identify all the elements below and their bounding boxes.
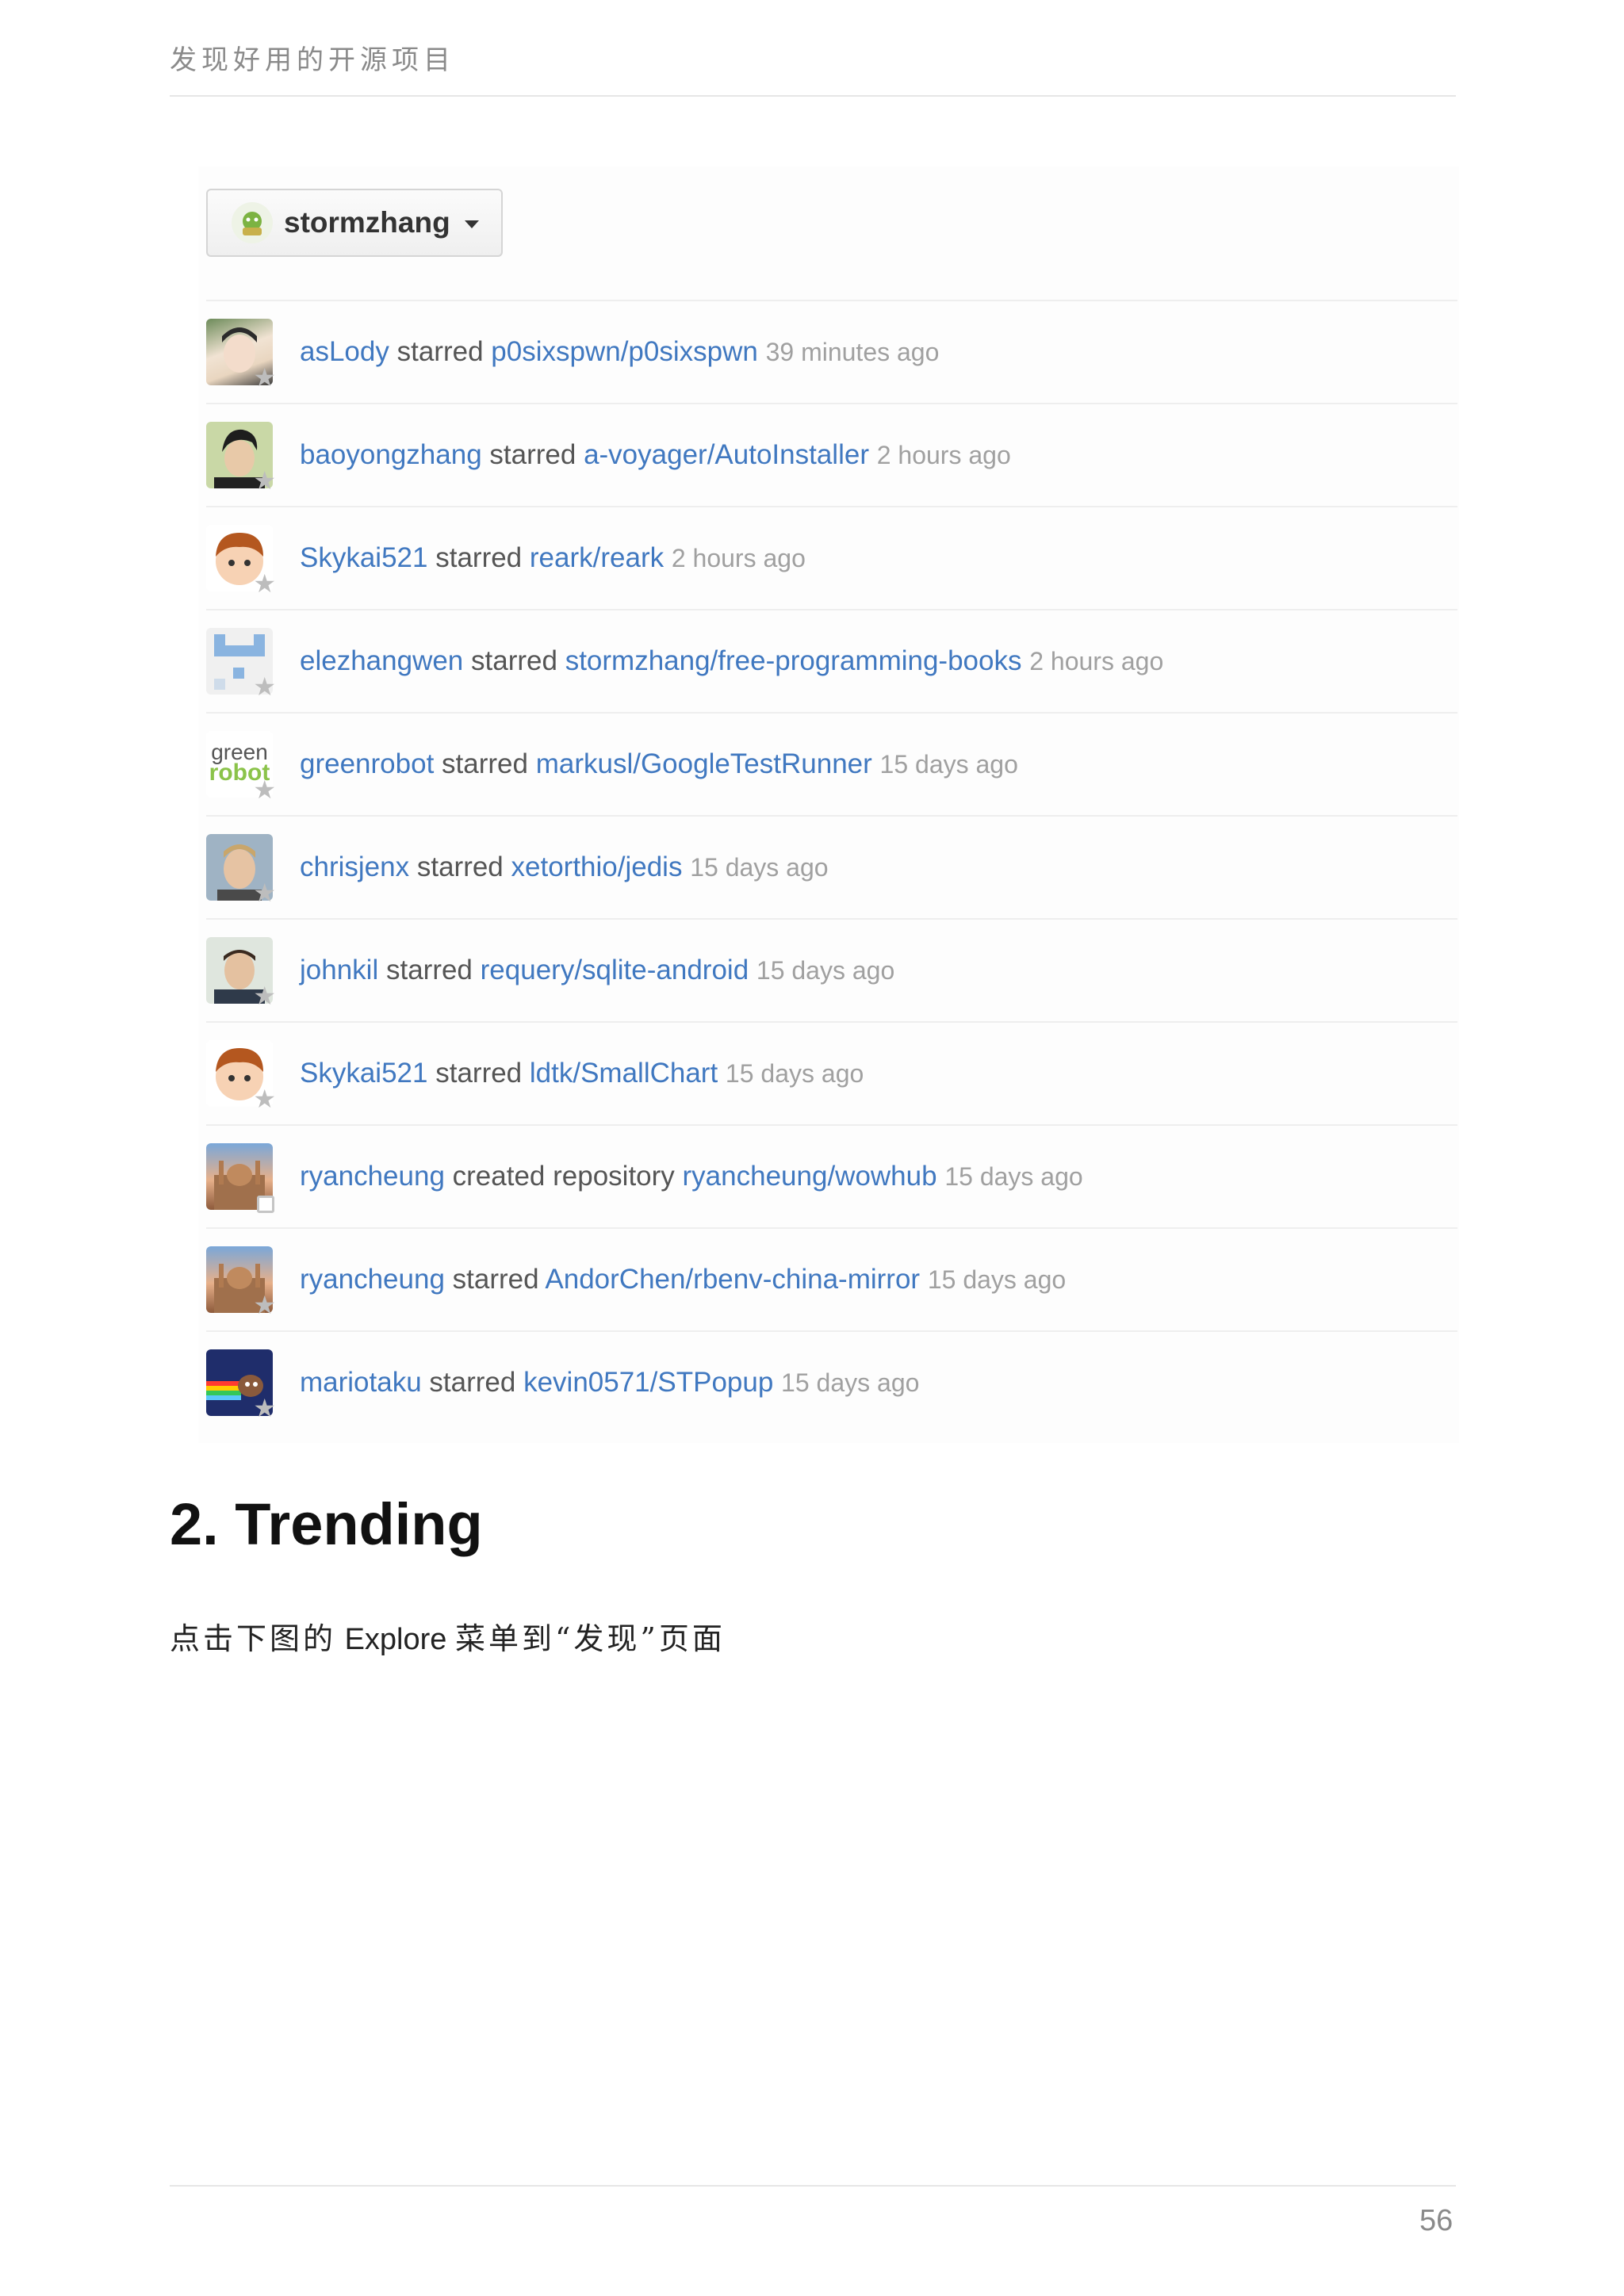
account-avatar [232,202,273,243]
star-icon: ★ [253,1291,276,1319]
feed-time: 15 days ago [756,956,895,985]
star-icon: ★ [253,363,276,392]
section-title: 2. Trending [170,1491,483,1557]
feed-action: starred [471,645,557,676]
feed-time: 15 days ago [927,1265,1067,1294]
feed-item: ★ chrisjenx starred xetorthio/jedis 15 d… [206,815,1457,918]
star-icon: ★ [253,569,276,598]
feed-item: ★ Skykai521 starred ldtk/SmallChart 15 d… [206,1021,1457,1124]
feed-time: 2 hours ago [671,544,806,572]
body-text-prefix: 点击下图的 [170,1621,337,1656]
feed-action: created repository [452,1161,675,1192]
body-paragraph: 点击下图的 Explore 菜单到“发现”页面 [170,1614,726,1658]
feed-item: ★ ryancheung starred AndorChen/rbenv-chi… [206,1227,1457,1330]
star-icon: ★ [253,1394,276,1422]
feed-action: starred [429,1367,516,1398]
avatar-text: green [211,740,268,764]
feed-user-link[interactable]: chrisjenx [300,851,409,882]
star-icon: ★ [253,672,276,701]
feed-repo-link[interactable]: markusl/GoogleTestRunner [536,748,872,779]
footer-divider [170,2185,1456,2187]
news-feed: ★ asLody starred p0sixspwn/p0sixspwn 39 … [206,300,1457,1433]
account-switcher-button[interactable]: stormzhang [206,189,503,257]
feed-repo-link[interactable]: AndorChen/rbenv-china-mirror [545,1264,920,1295]
github-feed-screenshot: stormzhang ★ asLody starred p0sixspwn/p0… [198,166,1459,1443]
feed-action: starred [452,1264,539,1295]
feed-action: starred [435,542,523,573]
feed-action: starred [489,439,576,470]
feed-item: ★ johnkil starred requery/sqlite-android… [206,918,1457,1021]
feed-user-link[interactable]: Skykai521 [300,542,427,573]
feed-user-link[interactable]: ryancheung [300,1161,445,1192]
chevron-down-icon [464,220,479,228]
user-avatar[interactable]: ★ [206,834,276,905]
header-divider [170,95,1456,97]
star-icon: ★ [253,466,276,495]
feed-repo-link[interactable]: reark/reark [530,542,664,573]
feed-user-link[interactable]: mariotaku [300,1367,422,1398]
feed-action: starred [435,1058,523,1089]
feed-item: ryancheung created repository ryancheung… [206,1124,1457,1227]
feed-user-link[interactable]: johnkil [300,955,378,985]
feed-action: starred [442,748,528,779]
feed-repo-link[interactable]: xetorthio/jedis [511,851,683,882]
user-avatar[interactable]: ★ [206,1246,276,1318]
star-icon: ★ [253,1085,276,1113]
feed-item: ★ baoyongzhang starred a-voyager/AutoIns… [206,403,1457,506]
feed-user-link[interactable]: Skykai521 [300,1058,427,1089]
feed-time: 2 hours ago [876,441,1011,469]
feed-user-link[interactable]: greenrobot [300,748,434,779]
user-avatar[interactable]: ★ [206,422,276,493]
feed-repo-link[interactable]: kevin0571/STPopup [523,1367,773,1398]
user-avatar[interactable]: ★ [206,937,276,1008]
feed-user-link[interactable]: elezhangwen [300,645,463,676]
repo-icon [257,1196,274,1213]
star-icon: ★ [253,982,276,1010]
user-avatar[interactable] [206,1143,274,1213]
body-text-suffix: 菜单到“发现”页面 [454,1621,726,1656]
feed-repo-link[interactable]: requery/sqlite-android [481,955,749,985]
account-name: stormzhang [284,206,450,239]
feed-repo-link[interactable]: p0sixspwn/p0sixspwn [491,336,758,367]
feed-user-link[interactable]: ryancheung [300,1264,445,1295]
feed-item: ★ Skykai521 starred reark/reark 2 hours … [206,506,1457,609]
feed-time: 2 hours ago [1029,647,1164,675]
feed-item: ★ asLody starred p0sixspwn/p0sixspwn 39 … [206,300,1457,403]
feed-time: 15 days ago [944,1162,1083,1191]
feed-time: 15 days ago [879,750,1018,779]
feed-item: ★ mariotaku starred kevin0571/STPopup 15… [206,1330,1457,1433]
feed-repo-link[interactable]: ryancheung/wowhub [683,1161,937,1192]
user-avatar[interactable]: ★ [206,525,276,596]
feed-time: 15 days ago [781,1368,920,1397]
user-avatar[interactable]: ★ [206,319,276,390]
feed-user-link[interactable]: asLody [300,336,389,367]
page-header: 发现好用的开源项目 [170,44,455,76]
feed-action: starred [396,336,484,367]
feed-item: ★ elezhangwen starred stormzhang/free-pr… [206,609,1457,712]
feed-item: green robot ★ greenrobot starred markusl… [206,712,1457,815]
feed-repo-link[interactable]: ldtk/SmallChart [530,1058,718,1089]
feed-repo-link[interactable]: stormzhang/free-programming-books [565,645,1022,676]
feed-time: 15 days ago [725,1059,864,1088]
feed-time: 39 minutes ago [765,338,940,366]
explore-menu-reference: Explore [344,1623,447,1656]
feed-action: starred [416,851,504,882]
page-number: 56 [1419,2204,1454,2237]
feed-user-link[interactable]: baoyongzhang [300,439,482,470]
feed-repo-link[interactable]: a-voyager/AutoInstaller [584,439,869,470]
user-avatar[interactable]: green robot ★ [206,731,276,802]
star-icon: ★ [253,775,276,804]
user-avatar[interactable]: ★ [206,1040,276,1112]
feed-action: starred [385,955,473,985]
star-icon: ★ [253,878,276,907]
user-avatar[interactable]: ★ [206,1349,276,1421]
user-avatar[interactable]: ★ [206,628,276,699]
feed-time: 15 days ago [690,853,829,882]
